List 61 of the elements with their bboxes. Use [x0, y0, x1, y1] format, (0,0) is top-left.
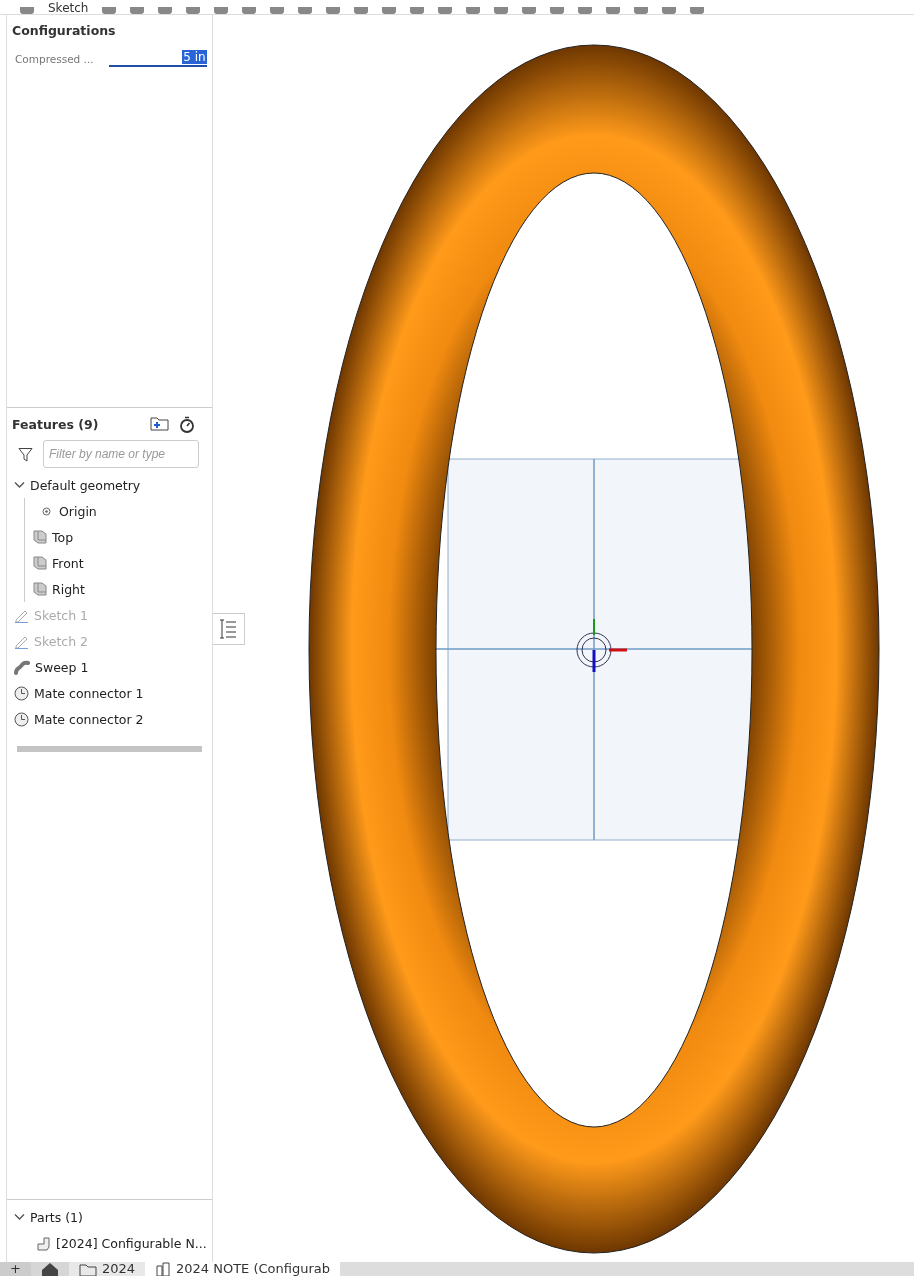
- filter-field[interactable]: Filter by name or type: [43, 440, 199, 468]
- part-item[interactable]: [2024] Configurable N...: [12, 1230, 207, 1256]
- input-field[interactable]: 5 in: [108, 50, 207, 67]
- scrollbar[interactable]: [17, 746, 202, 752]
- toolbar-icon[interactable]: [242, 7, 257, 14]
- feature-item[interactable]: Right: [25, 576, 207, 602]
- toolbar-icon[interactable]: [354, 7, 369, 14]
- toolbar-icon[interactable]: [102, 7, 117, 14]
- toolbar-icon[interactable]: [326, 7, 341, 14]
- field-label: Compressed ...: [15, 52, 94, 65]
- feature-item[interactable]: Origin: [25, 498, 207, 524]
- document-tab[interactable]: 2024 NOTE (Configurab: [145, 1262, 341, 1276]
- plane-icon: [33, 582, 47, 596]
- add-tab-button[interactable]: +: [0, 1262, 31, 1276]
- feature-item[interactable]: Sweep 1: [12, 654, 207, 680]
- toolbar-icon[interactable]: [606, 7, 621, 14]
- plane-icon: [33, 530, 47, 544]
- home-button[interactable]: [30, 1262, 69, 1276]
- plane-icon: [33, 556, 47, 570]
- origin-icon: [42, 506, 51, 516]
- add-folder-icon[interactable]: [149, 416, 169, 431]
- stopwatch-icon[interactable]: [178, 416, 195, 433]
- filter-icon[interactable]: [18, 446, 33, 462]
- clock-icon: [14, 685, 29, 701]
- feature-item[interactable]: Front: [25, 550, 207, 576]
- chevron-icon[interactable]: [14, 481, 25, 489]
- toolbar-icon[interactable]: [466, 7, 481, 14]
- toolbar-icon[interactable]: [634, 7, 649, 14]
- document-icon: [155, 1262, 171, 1276]
- parts-header[interactable]: Parts (1): [12, 1204, 207, 1230]
- panel-title: Features (9): [12, 417, 99, 432]
- list-icon: [219, 619, 238, 639]
- sweep-icon: [14, 659, 30, 675]
- toolbar-icon[interactable]: [20, 7, 34, 14]
- toolbar-icon[interactable]: [522, 7, 537, 14]
- toolbar-icon[interactable]: [298, 7, 313, 14]
- clock-icon: [14, 711, 29, 727]
- toolbar-icon[interactable]: [662, 7, 677, 14]
- toolbar-icon[interactable]: [186, 7, 201, 14]
- toolbar-icon[interactable]: [214, 7, 229, 14]
- toolbar-icon[interactable]: [578, 7, 593, 14]
- toolbar-icon[interactable]: [550, 7, 565, 14]
- toolbar-icon[interactable]: [130, 7, 145, 14]
- part-icon: [36, 1235, 51, 1251]
- feature-group[interactable]: Default geometry: [12, 472, 207, 498]
- toolbar-icon[interactable]: [270, 7, 285, 14]
- folder-icon: [78, 1262, 97, 1276]
- toolbar-icon[interactable]: [382, 7, 397, 14]
- sketch-button[interactable]: Sketch: [48, 2, 89, 14]
- feature-item[interactable]: Mate connector 1: [12, 680, 207, 706]
- toolbar-icon[interactable]: [410, 7, 425, 14]
- toolbar-icon[interactable]: [158, 7, 173, 14]
- toolbar-icon[interactable]: [494, 7, 509, 14]
- chevron-icon[interactable]: [14, 1213, 25, 1221]
- toolbar-icon[interactable]: [438, 7, 453, 14]
- list-toggle-button[interactable]: [212, 613, 245, 645]
- toolbar-icon[interactable]: [690, 7, 705, 14]
- feature-item[interactable]: Mate connector 2: [12, 706, 207, 732]
- feature-item[interactable]: Top: [25, 524, 207, 550]
- folder-tab[interactable]: 2024: [68, 1262, 145, 1276]
- panel-title: Configurations: [12, 23, 117, 38]
